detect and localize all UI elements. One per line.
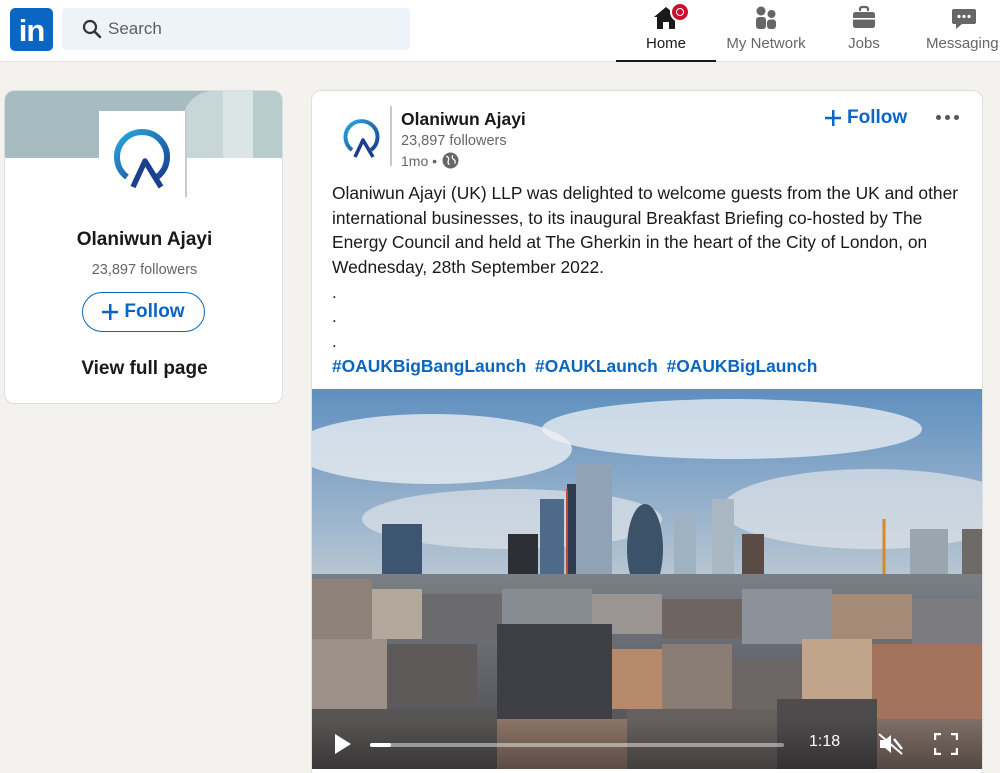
- video-controls: 1:18: [312, 719, 982, 769]
- city-skyline-video-frame: [312, 389, 982, 769]
- fullscreen-icon[interactable]: [934, 733, 958, 755]
- nav-jobs[interactable]: Jobs: [816, 0, 912, 62]
- post-time: 1mo •: [401, 152, 438, 169]
- post-author-name[interactable]: Olaniwun Ajayi: [401, 109, 526, 130]
- hashtag-link[interactable]: #OAUKBigLaunch: [667, 356, 818, 376]
- plus-icon: [102, 304, 119, 320]
- post-body-text: Olaniwun Ajayi (UK) LLP was delighted to…: [332, 183, 959, 278]
- plus-icon: [825, 110, 841, 126]
- nav-home-label: Home: [645, 35, 686, 52]
- video-player[interactable]: 1:18: [312, 389, 982, 769]
- video-progress-bar[interactable]: [370, 743, 784, 747]
- oa-logo-icon: [343, 119, 380, 158]
- hashtag-link[interactable]: #OAUKLaunch: [535, 356, 658, 376]
- briefcase-icon: [853, 5, 875, 28]
- search-bar[interactable]: [62, 8, 410, 50]
- view-full-page-link[interactable]: View full page: [5, 358, 282, 380]
- search-icon: [82, 19, 102, 39]
- post-meta: 1mo •: [401, 152, 459, 169]
- globe-icon: [442, 152, 459, 169]
- post-dot: .: [332, 307, 337, 326]
- company-card: Olaniwun Ajayi 23,897 followers Follow V…: [4, 90, 283, 404]
- post-follow-label: Follow: [847, 107, 908, 128]
- follow-button-label: Follow: [124, 301, 185, 322]
- nav-my-network-label: My Network: [726, 35, 806, 52]
- search-input[interactable]: [108, 8, 398, 50]
- play-icon[interactable]: [334, 733, 352, 755]
- muted-speaker-icon[interactable]: [878, 732, 904, 756]
- hashtag-link[interactable]: #OAUKBigBangLaunch: [332, 356, 526, 376]
- video-duration: 1:18: [809, 733, 841, 750]
- nav-messaging-label: Messaging: [926, 35, 999, 52]
- notification-badge: [670, 2, 690, 22]
- nav-messaging[interactable]: Messaging: [912, 0, 1000, 62]
- company-name[interactable]: Olaniwun Ajayi: [5, 229, 282, 251]
- chat-icon: [952, 9, 976, 29]
- video-progress-fill: [370, 743, 391, 747]
- post-dot: .: [332, 332, 337, 351]
- post-author-logo[interactable]: [332, 106, 392, 166]
- nav-home[interactable]: Home: [616, 0, 716, 62]
- feed-post: Olaniwun Ajayi 23,897 followers 1mo • Fo…: [311, 90, 983, 773]
- hashtags: #OAUKBigBangLaunch #OAUKLaunch #OAUKBigL…: [332, 356, 821, 377]
- people-icon: [756, 6, 776, 29]
- post-dot: .: [332, 283, 337, 302]
- nav-my-network[interactable]: My Network: [716, 0, 816, 62]
- oa-logo-icon: [114, 129, 170, 189]
- company-followers: 23,897 followers: [91, 262, 198, 278]
- top-nav: in Home My Network Jobs: [0, 0, 1000, 62]
- nav-jobs-label: Jobs: [848, 35, 880, 52]
- linkedin-logo-icon[interactable]: in: [10, 8, 53, 51]
- follow-button[interactable]: Follow: [82, 292, 205, 332]
- post-author-followers: 23,897 followers: [401, 133, 507, 149]
- post-follow-button[interactable]: Follow: [825, 103, 907, 133]
- company-logo[interactable]: [99, 111, 187, 197]
- more-options-icon[interactable]: [932, 107, 962, 127]
